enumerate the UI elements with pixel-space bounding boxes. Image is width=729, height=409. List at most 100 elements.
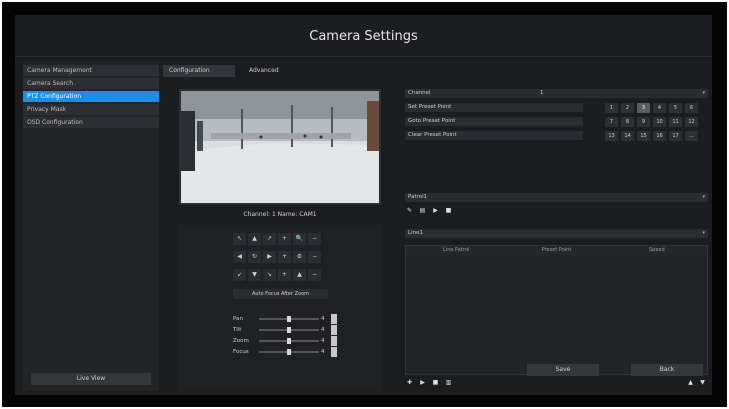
iris-open-button[interactable]: + (278, 269, 291, 281)
tab-configuration[interactable]: Configuration (163, 65, 235, 77)
cruise-line-select[interactable]: Line1 ▾ (405, 229, 708, 238)
preset-16-button[interactable]: 16 (653, 131, 666, 141)
patrol-select-value: Patrol1 (408, 194, 428, 200)
pan-left-button[interactable]: ◀ (233, 251, 246, 263)
preset-9-button[interactable]: 9 (637, 117, 650, 127)
focus-near-button[interactable]: + (278, 251, 291, 263)
column-header-speed: Speed (648, 247, 665, 253)
pan-right-button[interactable]: ▶ (263, 251, 276, 263)
preview-caption: Channel: 1 Name: CAM1 (243, 211, 317, 218)
iris-icon: ▲ (293, 269, 306, 281)
camera-preview (179, 89, 381, 205)
move-up-icon[interactable]: ▲ (686, 379, 695, 387)
screen-frame: Camera Settings Camera Management Camera… (2, 2, 727, 407)
auto-rotate-button[interactable]: ↻ (248, 251, 261, 263)
column-header-line-patrol: Line Patrol (443, 247, 470, 253)
back-button[interactable]: Back (631, 364, 703, 376)
slider-label: Pan (233, 316, 243, 322)
edit-icon[interactable]: ✎ (405, 207, 414, 215)
save-button[interactable]: Save (527, 364, 599, 376)
clear-preset-point-checkbox[interactable]: Clear Preset Point (405, 131, 583, 140)
slider-value: 4 (321, 349, 325, 355)
slider-label: Focus (233, 349, 249, 355)
channel-label: Channel (408, 90, 431, 96)
sidebar-item-camera-search[interactable]: Camera Search (23, 78, 159, 89)
pan-down-right-button[interactable]: ↘ (263, 269, 276, 281)
focus-speed-slider[interactable]: Focus 4 (233, 347, 343, 357)
delete-icon[interactable]: ▥ (444, 379, 453, 387)
pan-up-left-button[interactable]: ↖ (233, 233, 246, 245)
tab-advanced[interactable]: Advanced (243, 65, 303, 77)
preset-2-button[interactable]: 2 (621, 103, 634, 113)
slider-thumb[interactable] (287, 316, 291, 322)
stop-icon[interactable]: ■ (431, 379, 440, 387)
pan-up-right-button[interactable]: ↗ (263, 233, 276, 245)
stop-icon[interactable]: ■ (444, 207, 453, 215)
delete-icon[interactable]: ▤ (418, 207, 427, 215)
table-header: Line Patrol Preset Point Speed (406, 246, 707, 255)
auto-focus-after-zoom-button[interactable]: Auto Focus After Zoom (233, 289, 328, 299)
channel-value: 1 (540, 90, 544, 96)
preset-10-button[interactable]: 10 (653, 117, 666, 127)
airport-terminal-image (181, 91, 379, 203)
iris-close-button[interactable]: − (308, 269, 321, 281)
channel-select[interactable]: Channel 1 ▾ (405, 89, 708, 98)
preset-1-button[interactable]: 1 (605, 103, 618, 113)
preset-7-button[interactable]: 7 (605, 117, 618, 127)
sidebar-item-camera-management[interactable]: Camera Management (23, 65, 159, 76)
dvr-screen: Camera Settings Camera Management Camera… (15, 15, 712, 395)
focus-far-button[interactable]: − (308, 251, 321, 263)
preset-6-button[interactable]: 6 (685, 103, 698, 113)
sidebar-item-privacy-mask[interactable]: Privacy Mask (23, 104, 159, 115)
chevron-down-icon: ▾ (702, 90, 705, 96)
zoom-in-button[interactable]: + (278, 233, 291, 245)
slider-value: 4 (321, 316, 325, 322)
pan-down-button[interactable]: ▼ (248, 269, 261, 281)
add-icon[interactable]: ✚ (405, 379, 414, 387)
set-preset-point-checkbox[interactable]: Set Preset Point (405, 103, 583, 112)
slider-value: 4 (321, 338, 325, 344)
preset-5-button[interactable]: 5 (669, 103, 682, 113)
preset-13-button[interactable]: 13 (605, 131, 618, 141)
zoom-speed-slider[interactable]: Zoom 4 (233, 336, 343, 346)
preset-12-button[interactable]: 12 (685, 117, 698, 127)
preset-17-button[interactable]: 17 (669, 131, 682, 141)
ptz-control-pad: ↖ ▲ ↗ + 🔍 − ◀ ↻ ▶ + ⚙ − ↙ ▼ ↘ + ▲ − Auto… (179, 225, 381, 391)
chevron-down-icon: ▾ (702, 194, 705, 200)
goto-preset-point-checkbox[interactable]: Goto Preset Point (405, 117, 583, 126)
slider-handle[interactable] (331, 336, 337, 346)
preset-more-button[interactable]: ... (685, 131, 698, 141)
move-down-icon[interactable]: ▼ (698, 379, 707, 387)
slider-handle[interactable] (331, 314, 337, 324)
play-icon[interactable]: ▶ (418, 379, 427, 387)
main-panel: Configuration Advanced Channel: 1 Name: … (163, 61, 708, 391)
sidebar: Camera Management Camera Search PTZ Conf… (23, 61, 159, 391)
slider-thumb[interactable] (287, 349, 291, 355)
preset-4-button[interactable]: 4 (653, 103, 666, 113)
slider-thumb[interactable] (287, 327, 291, 333)
preset-15-button[interactable]: 15 (637, 131, 650, 141)
slider-handle[interactable] (331, 347, 337, 357)
pan-down-left-button[interactable]: ↙ (233, 269, 246, 281)
page-title: Camera Settings (15, 15, 712, 57)
preset-14-button[interactable]: 14 (621, 131, 634, 141)
tilt-speed-slider[interactable]: Tilt 4 (233, 325, 343, 335)
play-icon[interactable]: ▶ (431, 207, 440, 215)
preset-3-button[interactable]: 3 (637, 103, 650, 113)
column-header-preset-point: Preset Point (541, 247, 572, 253)
zoom-out-button[interactable]: − (308, 233, 321, 245)
sidebar-item-osd-configuration[interactable]: OSD Configuration (23, 117, 159, 128)
cruise-line-select-value: Line1 (408, 230, 423, 236)
camera-preview-image (181, 91, 379, 203)
slider-handle[interactable] (331, 325, 337, 335)
pan-up-button[interactable]: ▲ (248, 233, 261, 245)
slider-thumb[interactable] (287, 338, 291, 344)
zoom-icon: 🔍 (293, 233, 306, 245)
preset-8-button[interactable]: 8 (621, 117, 634, 127)
focus-icon: ⚙ (293, 251, 306, 263)
patrol-select[interactable]: Patrol1 ▾ (405, 193, 708, 202)
live-view-button[interactable]: Live View (31, 373, 151, 385)
preset-11-button[interactable]: 11 (669, 117, 682, 127)
sidebar-item-ptz-configuration[interactable]: PTZ Configuration (23, 91, 159, 102)
pan-speed-slider[interactable]: Pan 4 (233, 314, 343, 324)
